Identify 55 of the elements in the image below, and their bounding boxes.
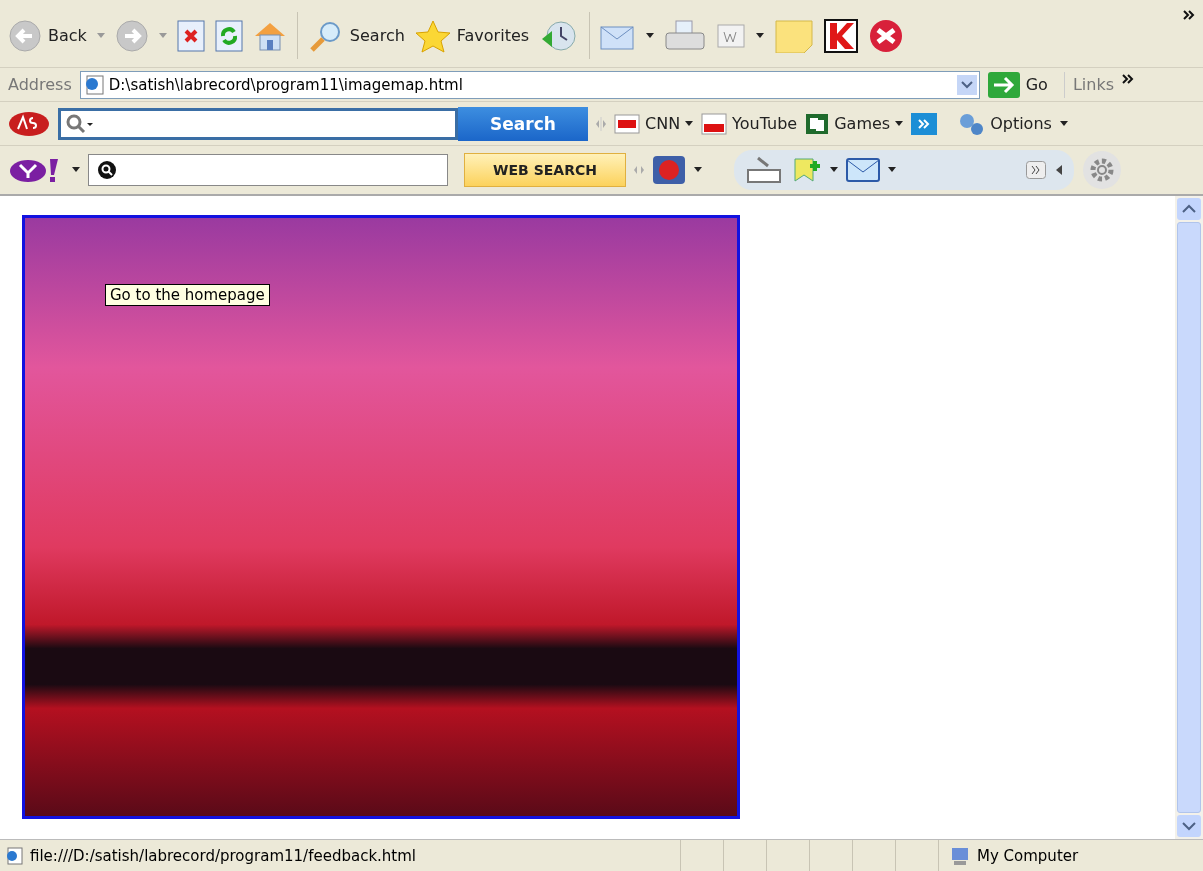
gears-icon [957,111,986,136]
sunset-photo-placeholder[interactable] [22,215,740,819]
search-button[interactable]: Search [307,19,405,52]
caret-icon [685,120,694,127]
toolbar-link[interactable]: CNN [614,113,694,134]
stop-icon[interactable] [176,19,205,52]
antivirus-logo-icon[interactable] [824,18,859,53]
caret-icon[interactable] [646,32,655,39]
address-field[interactable]: D:\satish\labrecord\program11\imagemap.html [79,70,980,99]
search-icon [97,160,117,180]
tooltip: Go to the homepage [105,284,270,306]
arrow-right-icon [987,71,1020,98]
circle-logo-icon[interactable] [868,17,905,54]
options-button[interactable]: Options [957,111,1052,136]
caret-icon[interactable] [756,32,765,39]
go-button[interactable]: Go [987,71,1065,98]
caret-icon[interactable] [830,167,838,173]
zone-text: My Computer [977,846,1079,865]
search-icon [65,112,93,135]
favorites-button[interactable]: Favorites [414,18,530,53]
star-icon [414,18,451,53]
video-logo-icon [701,112,728,135]
address-label: Address [8,75,72,94]
page-icon [4,845,24,866]
bookmark-add-icon[interactable] [792,156,822,184]
caret-icon[interactable] [72,167,80,173]
toolbar-link[interactable]: Games [805,112,904,135]
chevron-icon[interactable] [1122,74,1134,84]
left-arrow-icon[interactable] [1054,164,1064,176]
chevron-icon[interactable] [1183,10,1195,20]
toolbar-link[interactable]: YouTube [701,112,798,135]
caret-icon[interactable] [694,167,702,173]
caret-icon [895,120,904,127]
document-icon[interactable] [716,21,747,50]
ask-search-field[interactable] [58,107,458,140]
caret-icon[interactable] [1059,120,1068,127]
links-button[interactable]: Links [1072,75,1114,94]
scroll-down-icon[interactable] [1177,815,1201,837]
yahoo-search-field[interactable] [88,154,448,186]
settings-icon[interactable] [1082,150,1122,190]
grip-icon [596,116,606,131]
back-button[interactable]: Back [8,18,87,53]
ask-logo-icon [8,109,50,138]
mail-icon[interactable] [846,156,880,184]
inbox-icon[interactable] [744,154,784,186]
caret-icon[interactable] [888,167,896,173]
news-logo-icon [614,113,640,134]
web-search-button[interactable]: WEB SEARCH [464,153,626,187]
vertical-scrollbar[interactable] [1175,196,1203,839]
scroll-up-icon[interactable] [1177,198,1201,220]
cards-icon [805,112,830,135]
status-text: file:///D:/satish/labrecord/program11/feedback.html [30,846,416,865]
refresh-icon[interactable] [214,19,243,52]
search-button[interactable]: Search [458,106,588,141]
computer-icon [949,845,971,866]
